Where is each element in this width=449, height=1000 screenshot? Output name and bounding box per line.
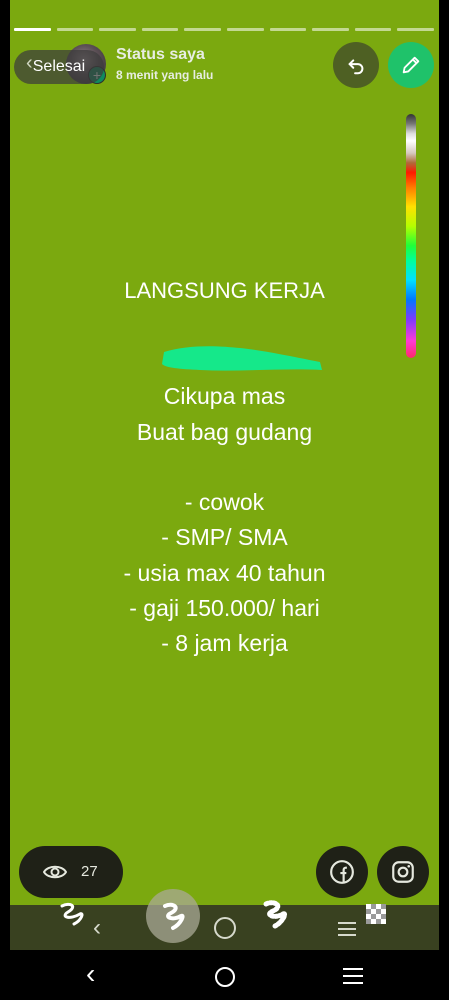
status-time: 8 menit yang lalu bbox=[116, 68, 214, 82]
status-title: Status saya bbox=[116, 46, 205, 63]
progress-segment bbox=[397, 28, 434, 31]
views-count: 27 bbox=[81, 863, 98, 880]
status-line: Cikupa mas bbox=[163, 383, 286, 409]
keyboard-home-icon[interactable] bbox=[214, 917, 236, 939]
status-line: - cowok bbox=[184, 489, 265, 515]
nav-home-icon[interactable] bbox=[215, 967, 235, 987]
status-line: - usia max 40 tahun bbox=[123, 560, 326, 586]
status-headline: LANGSUNG KERJA bbox=[124, 278, 325, 303]
progress-segment bbox=[184, 28, 221, 31]
undo-icon bbox=[348, 59, 364, 75]
progress-segment bbox=[312, 28, 349, 31]
keyboard-menu-icon[interactable] bbox=[338, 922, 356, 936]
progress-segment bbox=[141, 28, 179, 31]
edit-button[interactable] bbox=[388, 42, 434, 88]
status-canvas bbox=[10, 0, 439, 948]
pencil-icon bbox=[402, 56, 420, 74]
progress-segment bbox=[354, 28, 392, 31]
nav-back-icon[interactable]: ‹ bbox=[86, 960, 95, 988]
progress-segment bbox=[269, 28, 307, 31]
progress-segment bbox=[226, 28, 264, 31]
share-instagram-button[interactable] bbox=[377, 846, 429, 898]
status-line: - 8 jam kerja bbox=[161, 630, 288, 656]
eye-icon bbox=[43, 865, 67, 879]
share-facebook-button[interactable] bbox=[316, 846, 368, 898]
blur-tool-icon[interactable] bbox=[362, 900, 390, 930]
system-nav-bar: ‹ bbox=[0, 950, 449, 1000]
redaction-mark bbox=[162, 346, 322, 371]
progress-segment bbox=[14, 28, 51, 31]
back-arrow-icon[interactable]: ‹ bbox=[26, 52, 33, 75]
facebook-icon bbox=[330, 860, 354, 884]
pen-tool-icon[interactable] bbox=[58, 900, 86, 930]
progress-segment bbox=[56, 28, 94, 31]
done-label: Selesai bbox=[32, 58, 86, 75]
undo-button[interactable] bbox=[333, 42, 379, 88]
marker-tool-icon[interactable] bbox=[159, 900, 187, 932]
keyboard-back-icon[interactable]: ‹ bbox=[93, 914, 101, 942]
nav-recents-icon[interactable] bbox=[343, 968, 363, 984]
progress-segment bbox=[99, 28, 136, 31]
status-line: Buat bag gudang bbox=[136, 419, 313, 445]
views-button[interactable]: 27 bbox=[19, 846, 123, 898]
status-line: - gaji 150.000/ hari bbox=[129, 595, 320, 621]
color-picker-slider[interactable] bbox=[406, 114, 416, 358]
instagram-icon bbox=[392, 861, 414, 883]
status-progress bbox=[14, 28, 434, 31]
status-line: - SMP/ SMA bbox=[161, 524, 288, 550]
highlighter-tool-icon[interactable] bbox=[260, 898, 290, 930]
